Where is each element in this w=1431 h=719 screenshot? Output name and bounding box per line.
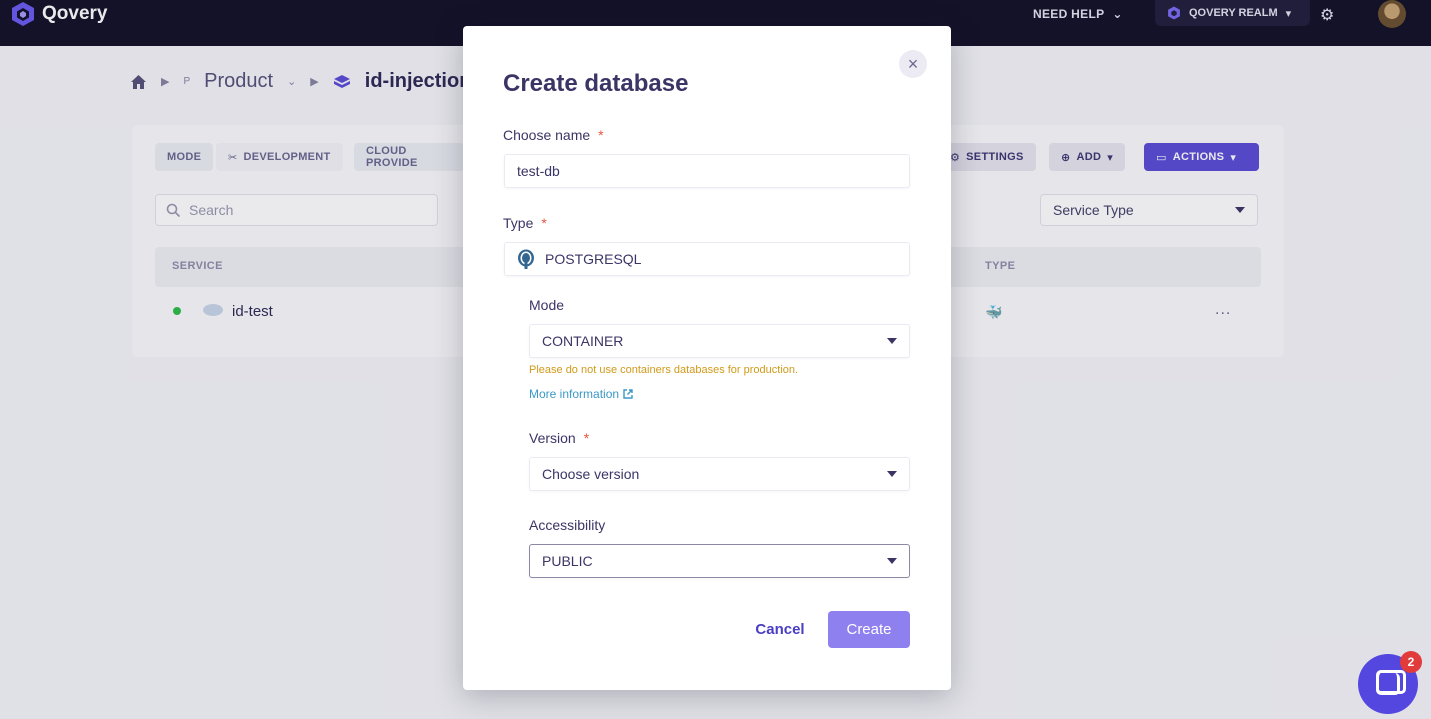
more-information-label: More information xyxy=(529,387,620,401)
cancel-button[interactable]: Cancel xyxy=(745,611,815,647)
create-database-modal: × Create database Choose name * test-db T… xyxy=(463,26,951,690)
caret-down-icon xyxy=(887,471,897,477)
type-label-text: Type xyxy=(503,215,534,231)
accessibility-value: PUBLIC xyxy=(542,553,593,569)
external-link-icon xyxy=(623,389,633,399)
required-mark: * xyxy=(583,430,590,446)
version-label: Version * xyxy=(529,430,589,446)
more-information-link[interactable]: More information xyxy=(529,387,633,401)
postgresql-icon xyxy=(518,249,534,269)
database-type-select[interactable]: POSTGRESQL xyxy=(504,242,910,276)
mode-select-value: CONTAINER xyxy=(542,333,624,349)
type-label: Type * xyxy=(503,215,547,231)
name-label: Choose name * xyxy=(503,127,604,143)
required-mark: * xyxy=(598,127,604,143)
caret-down-icon xyxy=(887,338,897,344)
name-input-value: test-db xyxy=(517,163,560,179)
database-type-value: POSTGRESQL xyxy=(545,251,642,267)
accessibility-select[interactable]: PUBLIC xyxy=(529,544,910,578)
version-select[interactable]: Choose version xyxy=(529,457,910,491)
chat-notification-badge: 2 xyxy=(1400,651,1422,673)
mode-label: Mode xyxy=(529,297,565,313)
name-label-text: Choose name xyxy=(503,127,591,143)
mode-select[interactable]: CONTAINER xyxy=(529,324,910,358)
name-input[interactable]: test-db xyxy=(504,154,910,188)
accessibility-label: Accessibility xyxy=(529,517,606,533)
version-label-text: Version xyxy=(529,430,576,446)
modal-title: Create database xyxy=(503,70,689,97)
create-button[interactable]: Create xyxy=(828,611,910,648)
version-placeholder: Choose version xyxy=(542,466,640,482)
caret-down-icon xyxy=(887,558,897,564)
close-icon[interactable]: × xyxy=(899,50,927,78)
mode-warning-text: Please do not use containers databases f… xyxy=(529,364,799,376)
required-mark: * xyxy=(541,215,547,231)
chat-icon xyxy=(1376,670,1406,695)
